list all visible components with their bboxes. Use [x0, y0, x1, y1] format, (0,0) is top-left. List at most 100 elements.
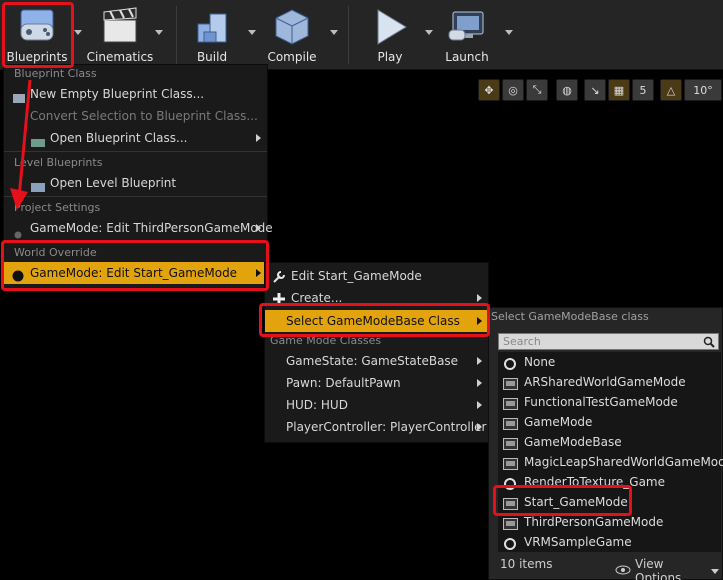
class-icon [503, 456, 518, 470]
class-item-label: ARSharedWorldGameMode [524, 375, 686, 389]
blueprints-dropdown-arrow[interactable] [74, 30, 82, 35]
world-gamemode-item[interactable]: GameMode: Edit Start_GameMode [4, 262, 267, 284]
submenu-arrow-icon [256, 269, 261, 277]
project-gamemode-item[interactable]: GameMode: Edit ThirdPersonGameMode [4, 217, 273, 239]
project-gamemode-label: GameMode: Edit ThirdPersonGameMode [30, 221, 273, 235]
section-header: Blueprint Class [14, 67, 97, 80]
submenu-arrow-icon [477, 294, 482, 302]
class-item-rendertotexture-game[interactable]: RenderToTexture_Game [498, 472, 721, 492]
class-item-magicleapsharedworldgamemode[interactable]: MagicLeapSharedWorldGameMode [498, 452, 723, 472]
section-header: Level Blueprints [14, 156, 103, 169]
blueprints-controller-icon [15, 6, 59, 48]
edit-gamemode-item[interactable]: Edit Start_GameMode [265, 265, 488, 287]
compile-cube-icon [270, 6, 314, 48]
blueprint-circle-icon [503, 476, 518, 490]
class-item-gamemode[interactable]: GameMode [498, 412, 721, 432]
class-item-start-gamemode[interactable]: Start_GameMode [498, 492, 721, 512]
create-label: Create... [291, 291, 343, 305]
compile-button[interactable]: Compile [256, 2, 328, 68]
game-state-item[interactable]: GameState: GameStateBase [265, 350, 488, 372]
scale-snap-icon[interactable]: ⤡ [526, 79, 548, 101]
class-item-thirdpersongamemode[interactable]: ThirdPersonGameMode [498, 512, 721, 532]
class-item-none[interactable]: None [498, 352, 721, 372]
submenu-arrow-icon [256, 134, 261, 142]
select-gamemodebase-class-item[interactable]: Select GameModeBase Class [265, 310, 488, 332]
play-label: Play [377, 50, 403, 64]
class-item-functionaltestgamemode[interactable]: FunctionalTestGameMode [498, 392, 721, 412]
angle-size-value[interactable]: 10° [684, 79, 722, 101]
annotation-arrow-icon [10, 79, 32, 210]
class-icon [503, 396, 518, 410]
submenu-arrow-icon [477, 423, 482, 431]
open-level-blueprint-label: Open Level Blueprint [50, 176, 177, 190]
build-button[interactable]: Build [176, 2, 248, 68]
submenu-arrow-icon [477, 401, 482, 409]
class-icon [503, 516, 518, 530]
convert-selection-label: Convert Selection to Blueprint Class... [30, 109, 258, 123]
class-icon [503, 436, 518, 450]
eye-icon [615, 564, 631, 578]
hud-item[interactable]: HUD: HUD [265, 394, 488, 416]
black-dot-icon [12, 267, 24, 282]
view-options-label: View Options [635, 557, 682, 580]
blueprints-button[interactable]: Blueprints [1, 2, 73, 68]
submenu-arrow-icon [477, 379, 482, 387]
surface-snap-icon[interactable]: ↘ [584, 79, 606, 101]
build-blocks-icon [190, 6, 234, 48]
main-toolbar: Blueprints Cinematics Build Compile Play… [0, 0, 723, 70]
clapperboard-icon [98, 6, 142, 48]
open-blueprint-class-label: Open Blueprint Class... [50, 131, 188, 145]
cinematics-button[interactable]: Cinematics [84, 2, 156, 68]
convert-selection-item: Convert Selection to Blueprint Class... [4, 105, 267, 127]
class-item-label: GameModeBase [524, 435, 622, 449]
class-item-label: VRMSampleGame [524, 535, 632, 549]
player-controller-label: PlayerController: PlayerController [286, 420, 487, 434]
open-blueprint-class-item[interactable]: Open Blueprint Class... [4, 127, 267, 149]
edit-gamemode-label: Edit Start_GameMode [291, 269, 422, 283]
class-icon [503, 416, 518, 430]
translate-snap-icon[interactable]: ✥ [478, 79, 500, 101]
class-item-label: RenderToTexture_Game [524, 475, 666, 489]
new-empty-blueprint-item[interactable]: New Empty Blueprint Class... [4, 83, 267, 105]
menu-divider [4, 151, 267, 152]
world-local-icon[interactable]: ◍ [556, 79, 578, 101]
class-item-label: Start_GameMode [524, 495, 628, 509]
class-search-input[interactable]: Search [498, 333, 719, 350]
class-item-label: ThirdPersonGameMode [524, 515, 664, 529]
rotate-snap-icon[interactable]: ◎ [502, 79, 524, 101]
angle-snap-icon[interactable]: △ [660, 79, 682, 101]
pawn-item[interactable]: Pawn: DefaultPawn [265, 372, 488, 394]
submenu-arrow-icon [477, 317, 482, 325]
item-count: 10 items [500, 557, 553, 571]
class-item-vrmsamplegame[interactable]: VRMSampleGame [498, 532, 721, 552]
class-item-label: None [524, 355, 556, 369]
pawn-label: Pawn: DefaultPawn [286, 376, 401, 390]
class-item-gamemodebase[interactable]: GameModeBase [498, 432, 721, 452]
play-button[interactable]: Play [354, 2, 426, 68]
section-header: Project Settings [14, 201, 101, 214]
player-controller-item[interactable]: PlayerController: PlayerController [265, 416, 488, 438]
launch-button[interactable]: Launch [431, 2, 503, 68]
new-empty-blueprint-label: New Empty Blueprint Class... [30, 87, 205, 101]
hud-label: HUD: HUD [286, 398, 348, 412]
create-item[interactable]: Create... [265, 287, 488, 309]
class-icon [503, 496, 518, 510]
submenu-arrow-icon [477, 357, 482, 365]
grid-size-value[interactable]: 5 [632, 79, 654, 101]
select-gamemodebase-class-label: Select GameModeBase Class [286, 314, 460, 328]
class-list[interactable]: None ARSharedWorldGameMode FunctionalTes… [498, 352, 723, 552]
compile-dropdown-arrow[interactable] [330, 30, 338, 35]
open-level-blueprint-item[interactable]: Open Level Blueprint [4, 172, 267, 194]
class-picker: Select GameModeBase class Search None AR… [488, 307, 723, 580]
launch-dropdown-arrow[interactable] [505, 30, 513, 35]
class-picker-footer: 10 items View Options [499, 555, 719, 580]
cinematics-dropdown-arrow[interactable] [155, 30, 163, 35]
class-icon [503, 376, 518, 390]
cinematics-label: Cinematics [86, 50, 154, 64]
grid-snap-icon[interactable]: ▦ [608, 79, 630, 101]
section-header: World Override [14, 246, 97, 259]
class-item-arsharedworldgamemode[interactable]: ARSharedWorldGameMode [498, 372, 721, 392]
build-dropdown-arrow[interactable] [248, 30, 256, 35]
submenu-arrow-icon [256, 224, 261, 232]
view-options-button[interactable]: View Options [615, 557, 719, 580]
